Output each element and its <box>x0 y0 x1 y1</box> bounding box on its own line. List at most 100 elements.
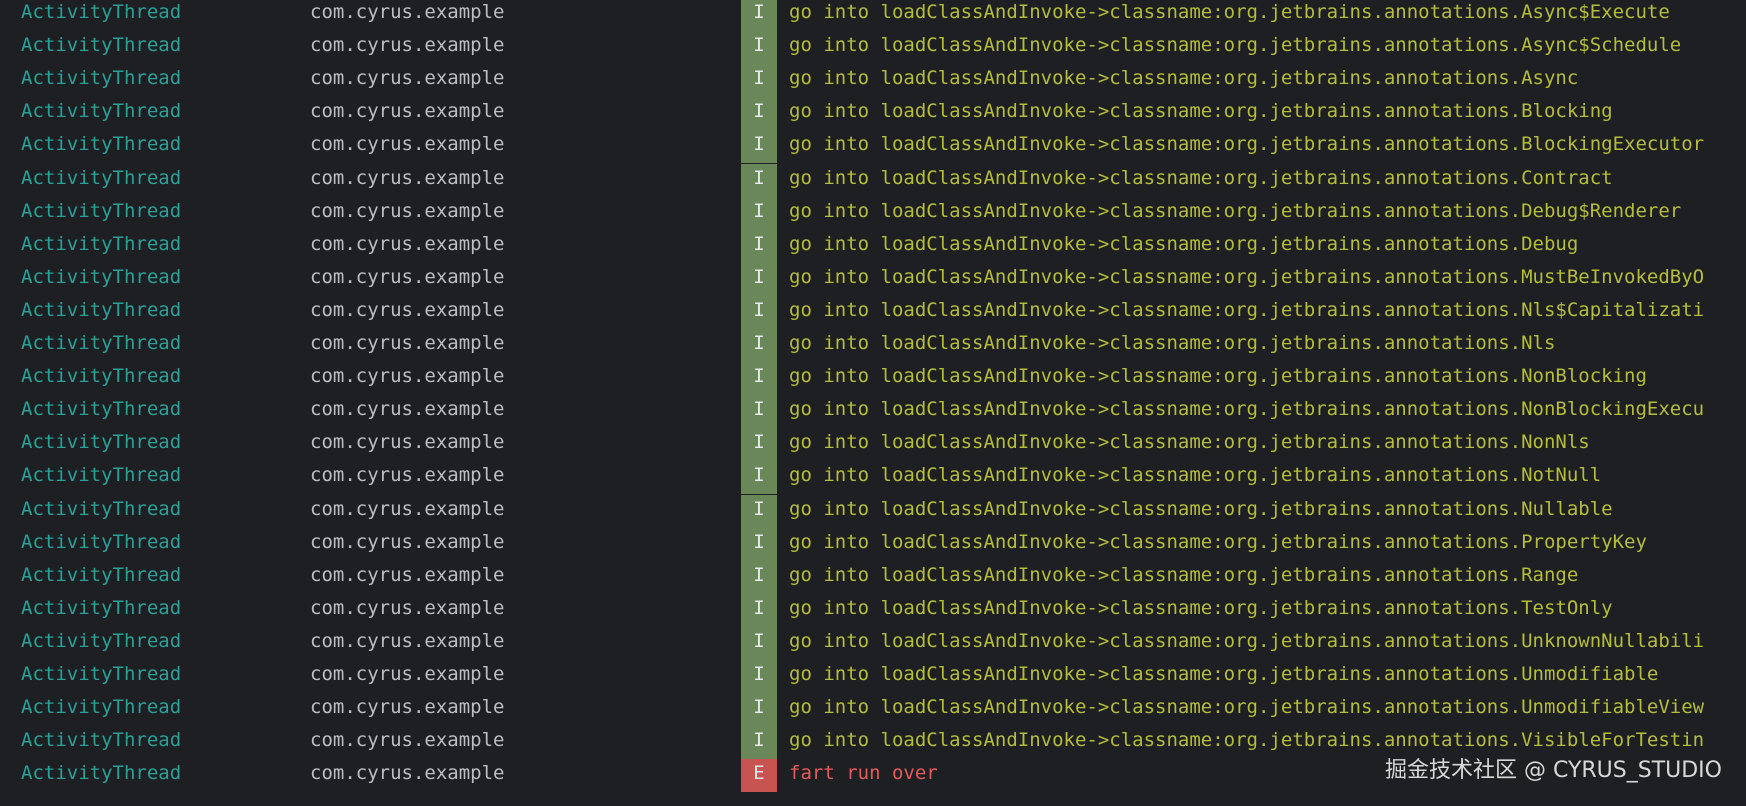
level-badge-info: I <box>741 626 777 660</box>
log-package: com.cyrus.example <box>310 497 505 520</box>
log-row[interactable]: ActivityThread com.cyrus.example Igo into … <box>0 560 1746 594</box>
level-badge-info: I <box>741 726 777 760</box>
log-message: go into loadClassAndInvoke->classname:or… <box>789 133 1705 156</box>
log-package: com.cyrus.example <box>310 332 505 354</box>
log-message: go into loadClassAndInvoke->classname:or… <box>789 596 1613 619</box>
log-row[interactable]: ActivityThread com.cyrus.example Igo into … <box>0 262 1746 296</box>
log-tag: ActivityThread <box>21 265 182 288</box>
log-message: go into loadClassAndInvoke->classname:or… <box>789 67 1579 90</box>
log-tag: ActivityThread <box>21 497 182 520</box>
log-row[interactable]: ActivityThread com.cyrus.example Igo into … <box>0 97 1746 131</box>
level-badge-info: I <box>741 494 777 528</box>
level-badge-info: I <box>741 163 777 197</box>
log-row[interactable]: ActivityThread com.cyrus.example Igo into … <box>0 693 1746 727</box>
log-package: com.cyrus.example <box>310 431 505 454</box>
level-badge-info: I <box>741 527 777 561</box>
log-message: go into loadClassAndInvoke->classname:or… <box>789 431 1590 454</box>
log-row[interactable]: ActivityThread com.cyrus.example Igo into … <box>0 130 1746 164</box>
level-badge-info: I <box>741 196 777 230</box>
log-row[interactable]: ActivityThread com.cyrus.example Igo into … <box>0 295 1746 329</box>
log-message: go into loadClassAndInvoke->classname:or… <box>789 398 1705 421</box>
log-row[interactable]: ActivityThread com.cyrus.example Igo into … <box>0 0 1746 31</box>
level-badge-info: I <box>741 0 777 31</box>
log-message: go into loadClassAndInvoke->classname:or… <box>789 530 1647 553</box>
log-row[interactable]: ActivityThread com.cyrus.example Igo into … <box>0 196 1746 230</box>
log-tag: ActivityThread <box>21 1 182 23</box>
log-row[interactable]: ActivityThread com.cyrus.example Igo into … <box>0 428 1746 462</box>
log-package: com.cyrus.example <box>310 1 505 23</box>
log-row[interactable]: ActivityThread com.cyrus.example Igo into … <box>0 461 1746 495</box>
log-package: com.cyrus.example <box>310 398 505 421</box>
log-tag: ActivityThread <box>21 530 182 553</box>
log-tag: ActivityThread <box>21 133 182 156</box>
level-badge-info: I <box>741 229 777 263</box>
log-message: go into loadClassAndInvoke->classname:or… <box>789 298 1705 321</box>
log-tag: ActivityThread <box>21 663 182 685</box>
log-tag: ActivityThread <box>21 431 182 454</box>
log-tag: ActivityThread <box>21 100 182 123</box>
log-package: com.cyrus.example <box>310 199 505 222</box>
log-package: com.cyrus.example <box>310 596 505 619</box>
log-message: go into loadClassAndInvoke->classname:or… <box>789 199 1682 222</box>
log-package: com.cyrus.example <box>310 629 505 652</box>
log-package: com.cyrus.example <box>310 34 505 57</box>
log-package: com.cyrus.example <box>310 67 505 90</box>
log-row[interactable]: ActivityThread com.cyrus.example Igo into … <box>0 593 1746 627</box>
logcat-output[interactable]: ActivityThread com.cyrus.example Igo into … <box>0 0 1746 806</box>
log-package: com.cyrus.example <box>310 365 505 388</box>
log-tag: ActivityThread <box>21 729 182 752</box>
log-tag: ActivityThread <box>21 67 182 90</box>
level-badge-info: I <box>741 262 777 296</box>
log-row[interactable]: ActivityThread com.cyrus.example Igo into … <box>0 329 1746 362</box>
log-package: com.cyrus.example <box>310 166 505 189</box>
level-badge-info: I <box>741 362 777 396</box>
log-row[interactable]: ActivityThread com.cyrus.example Igo into … <box>0 31 1746 65</box>
log-message: go into loadClassAndInvoke->classname:or… <box>789 629 1705 652</box>
log-message: go into loadClassAndInvoke->classname:or… <box>789 497 1613 520</box>
log-message: go into loadClassAndInvoke->classname:or… <box>789 232 1579 255</box>
log-tag: ActivityThread <box>21 298 182 321</box>
log-tag: ActivityThread <box>21 464 182 487</box>
log-message: go into loadClassAndInvoke->classname:or… <box>789 1 1670 23</box>
level-badge-info: I <box>741 395 777 429</box>
log-message: go into loadClassAndInvoke->classname:or… <box>789 663 1659 685</box>
log-row[interactable]: ActivityThread com.cyrus.example Igo into … <box>0 163 1746 197</box>
log-message: go into loadClassAndInvoke->classname:or… <box>789 265 1705 288</box>
log-tag: ActivityThread <box>21 232 182 255</box>
log-row[interactable]: ActivityThread com.cyrus.example Igo into … <box>0 64 1746 98</box>
log-package: com.cyrus.example <box>310 265 505 288</box>
level-badge-info: I <box>741 130 777 164</box>
level-badge-info: I <box>741 593 777 627</box>
log-tag: ActivityThread <box>21 563 182 586</box>
log-row[interactable]: ActivityThread com.cyrus.example Igo into … <box>0 395 1746 429</box>
watermark: 掘金技术社区 @ CYRUS_STUDIO <box>1384 758 1722 783</box>
log-package: com.cyrus.example <box>310 464 505 487</box>
log-tag: ActivityThread <box>21 365 182 388</box>
log-package: com.cyrus.example <box>310 762 505 785</box>
level-badge-info: I <box>741 31 777 65</box>
log-package: com.cyrus.example <box>310 232 505 255</box>
log-message: go into loadClassAndInvoke->classname:or… <box>789 365 1647 388</box>
log-row[interactable]: ActivityThread com.cyrus.example Igo into … <box>0 362 1746 396</box>
log-tag: ActivityThread <box>21 199 182 222</box>
log-row[interactable]: ActivityThread com.cyrus.example Igo into … <box>0 527 1746 561</box>
log-tag: ActivityThread <box>21 398 182 421</box>
log-package: com.cyrus.example <box>310 133 505 156</box>
level-badge-error: E <box>741 759 777 793</box>
log-package: com.cyrus.example <box>310 100 505 123</box>
level-badge-info: I <box>741 329 777 362</box>
log-package: com.cyrus.example <box>310 696 505 719</box>
log-message: go into loadClassAndInvoke->classname:or… <box>789 166 1613 189</box>
level-badge-info: I <box>741 428 777 462</box>
log-row[interactable]: ActivityThread com.cyrus.example Igo into … <box>0 494 1746 528</box>
level-badge-info: I <box>741 295 777 329</box>
level-badge-info: I <box>741 693 777 727</box>
log-tag: ActivityThread <box>21 166 182 189</box>
log-row[interactable]: ActivityThread com.cyrus.example Igo into … <box>0 626 1746 660</box>
log-row[interactable]: ActivityThread com.cyrus.example Igo into … <box>0 660 1746 693</box>
log-package: com.cyrus.example <box>310 530 505 553</box>
log-tag: ActivityThread <box>21 762 182 785</box>
log-package: com.cyrus.example <box>310 663 505 685</box>
log-row[interactable]: ActivityThread com.cyrus.example Igo into … <box>0 229 1746 263</box>
level-badge-info: I <box>741 97 777 131</box>
